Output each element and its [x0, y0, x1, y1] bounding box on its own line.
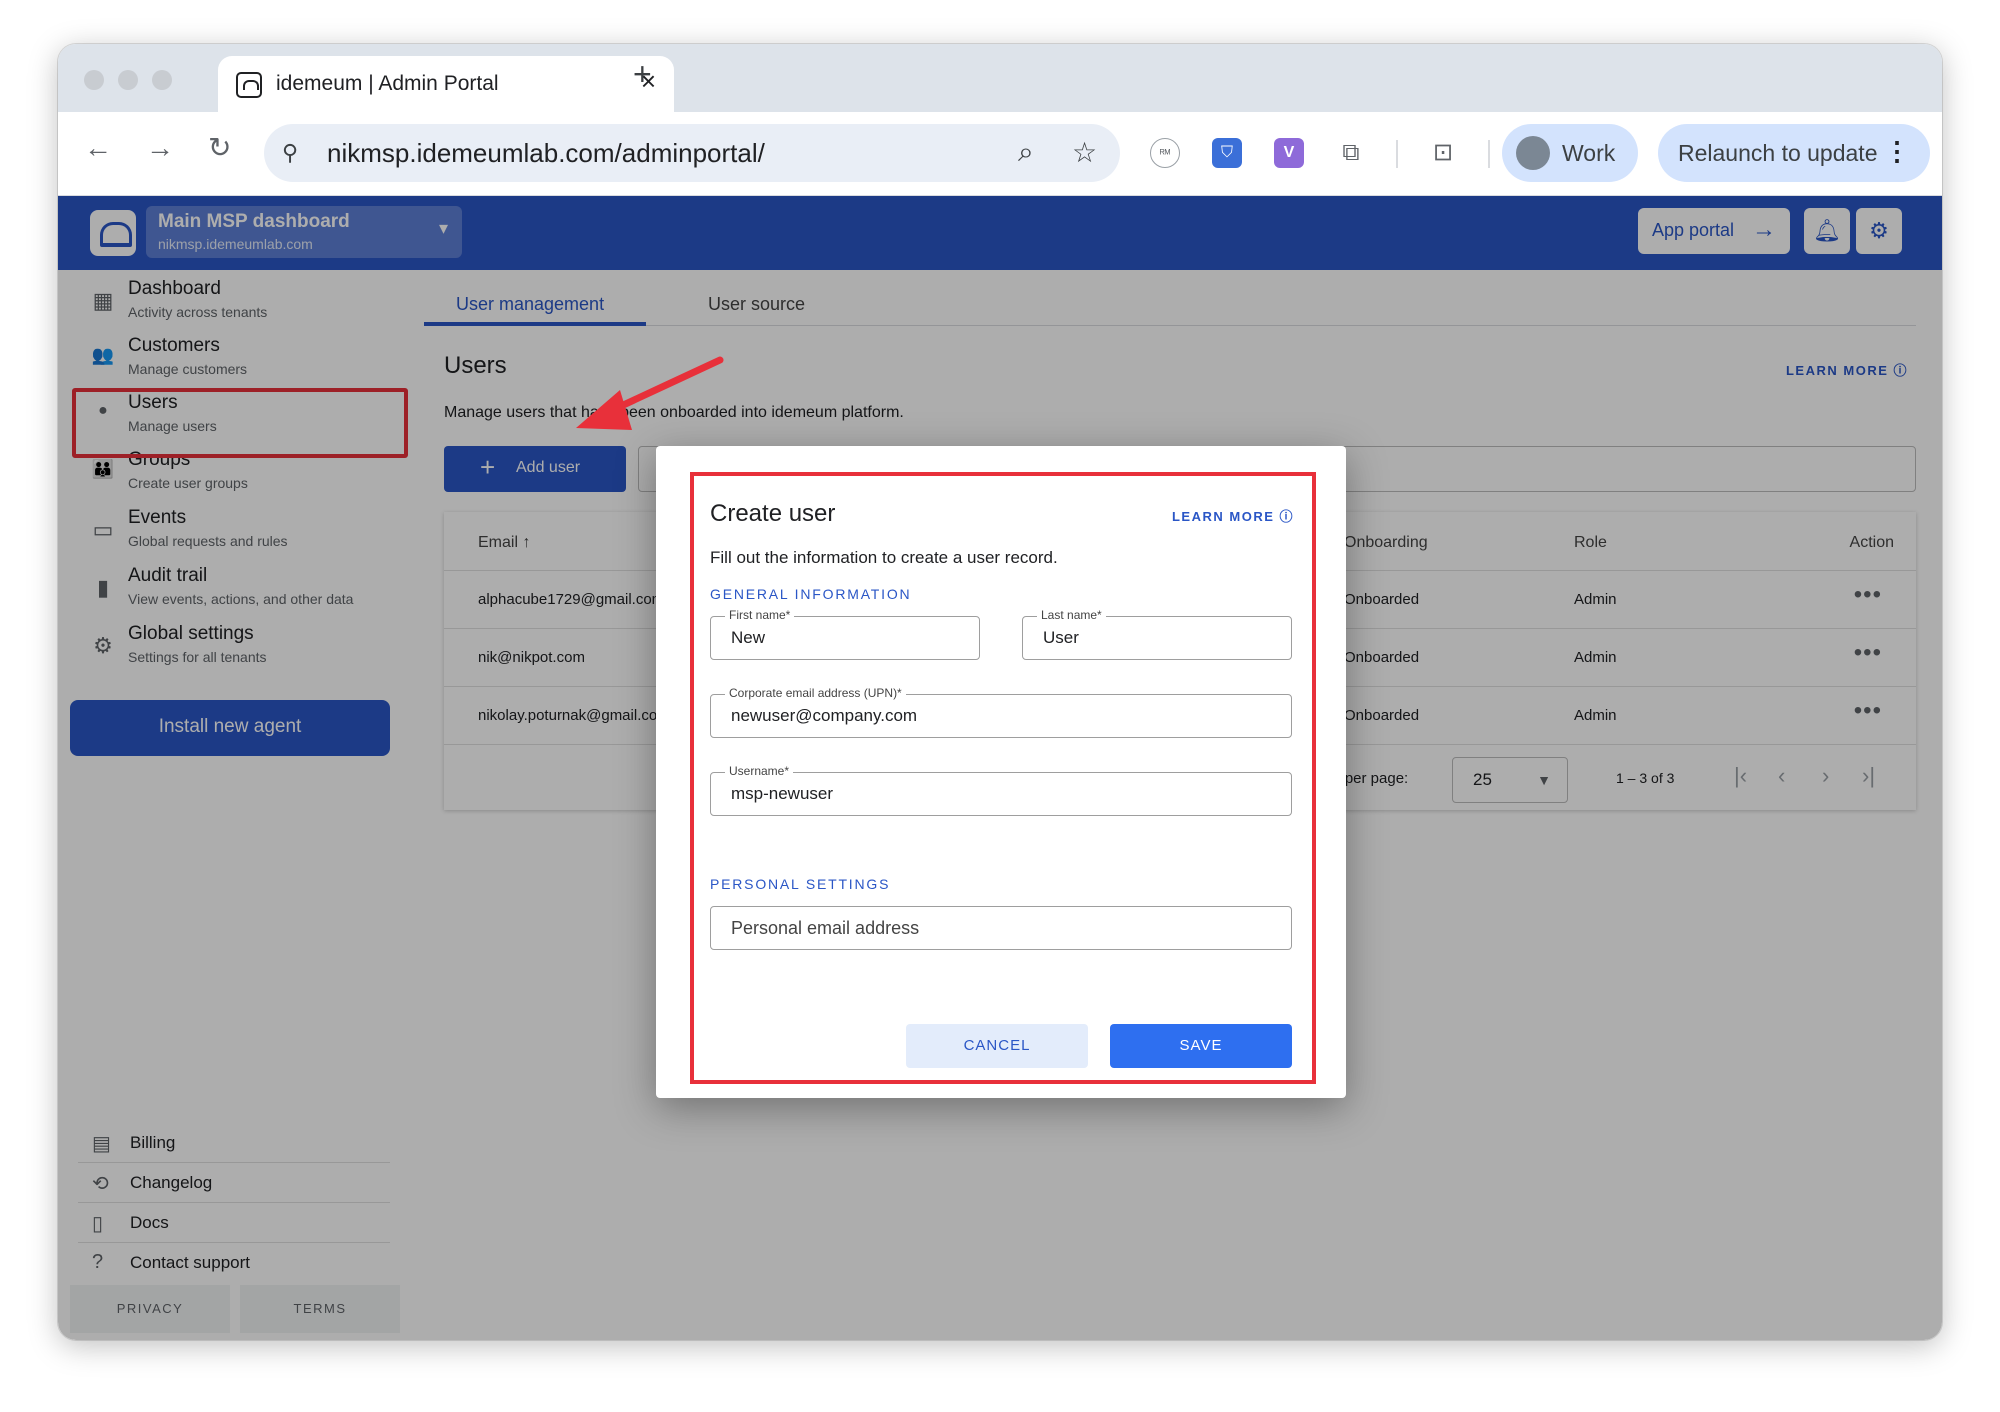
zoom-window-dot[interactable]: [152, 70, 172, 90]
corporate-email-value[interactable]: newuser@company.com: [731, 706, 917, 726]
first-name-value[interactable]: New: [731, 628, 765, 648]
zoom-search-icon[interactable]: ⌕: [1018, 136, 1034, 169]
profile-label: Work: [1562, 140, 1616, 166]
tab-strip: idemeum | Admin Portal × +: [58, 44, 1942, 112]
corporate-email-label: Corporate email address (UPN)*: [725, 686, 906, 700]
close-window-dot[interactable]: [84, 70, 104, 90]
save-label: SAVE: [1179, 1037, 1223, 1054]
bookmark-star-icon[interactable]: ☆: [1072, 136, 1097, 169]
relaunch-label: Relaunch to update: [1678, 140, 1878, 166]
general-information-heading: GENERAL INFORMATION: [710, 586, 912, 602]
browser-tab[interactable]: idemeum | Admin Portal ×: [218, 56, 674, 112]
tab-search-icon[interactable]: ⊡: [1428, 138, 1458, 168]
cancel-button[interactable]: CANCEL: [906, 1024, 1088, 1068]
site-info-icon[interactable]: ⚲: [282, 140, 298, 166]
forward-icon[interactable]: →: [146, 134, 174, 162]
create-user-dialog: Create user LEARN MORE ⓘ Fill out the in…: [656, 446, 1346, 1098]
last-name-field[interactable]: Last name* User: [1022, 608, 1292, 660]
personal-email-placeholder[interactable]: Personal email address: [731, 918, 919, 939]
dialog-learn-more-link[interactable]: LEARN MORE ⓘ: [1172, 506, 1294, 525]
first-name-field[interactable]: First name* New: [710, 608, 980, 660]
bitwarden-icon[interactable]: ⛉: [1212, 138, 1242, 168]
reload-icon[interactable]: ↻: [208, 134, 231, 162]
username-label: Username*: [725, 764, 794, 778]
dialog-description: Fill out the information to create a use…: [710, 548, 1058, 567]
rm-extension-icon[interactable]: ᴿᴹ: [1150, 138, 1180, 168]
relaunch-button[interactable]: Relaunch to update ⋮: [1658, 124, 1930, 182]
profile-chip[interactable]: Work: [1502, 124, 1638, 182]
personal-settings-heading: PERSONAL SETTINGS: [710, 876, 891, 892]
save-button[interactable]: SAVE: [1110, 1024, 1292, 1068]
new-tab-icon[interactable]: +: [633, 58, 652, 90]
v-extension-icon[interactable]: V: [1274, 138, 1304, 168]
browser-toolbar: ← → ↻ ⚲ nikmsp.idemeumlab.com/adminporta…: [58, 112, 1942, 196]
corporate-email-field[interactable]: Corporate email address (UPN)* newuser@c…: [710, 686, 1292, 738]
cancel-label: CANCEL: [963, 1037, 1031, 1054]
back-icon[interactable]: ←: [84, 134, 112, 162]
idemeum-favicon-icon: [236, 72, 262, 98]
username-field[interactable]: Username* msp-newuser: [710, 764, 1292, 816]
dialog-title: Create user: [710, 500, 836, 527]
personal-email-field[interactable]: Personal email address: [710, 906, 1292, 950]
minimize-window-dot[interactable]: [118, 70, 138, 90]
url-text[interactable]: nikmsp.idemeumlab.com/adminportal/: [327, 138, 765, 169]
more-vert-icon[interactable]: ⋮: [1884, 136, 1910, 167]
puzzle-icon[interactable]: ⧉: [1336, 138, 1366, 168]
tab-title: idemeum | Admin Portal: [276, 72, 499, 95]
toolbar-divider: [1488, 140, 1490, 168]
toolbar-divider: [1396, 140, 1398, 168]
last-name-label: Last name*: [1037, 608, 1106, 622]
avatar: [1516, 136, 1550, 170]
address-bar[interactable]: ⚲ nikmsp.idemeumlab.com/adminportal/ ⌕ ☆: [264, 124, 1120, 182]
first-name-label: First name*: [725, 608, 795, 622]
username-value[interactable]: msp-newuser: [731, 784, 833, 804]
last-name-value[interactable]: User: [1043, 628, 1079, 648]
